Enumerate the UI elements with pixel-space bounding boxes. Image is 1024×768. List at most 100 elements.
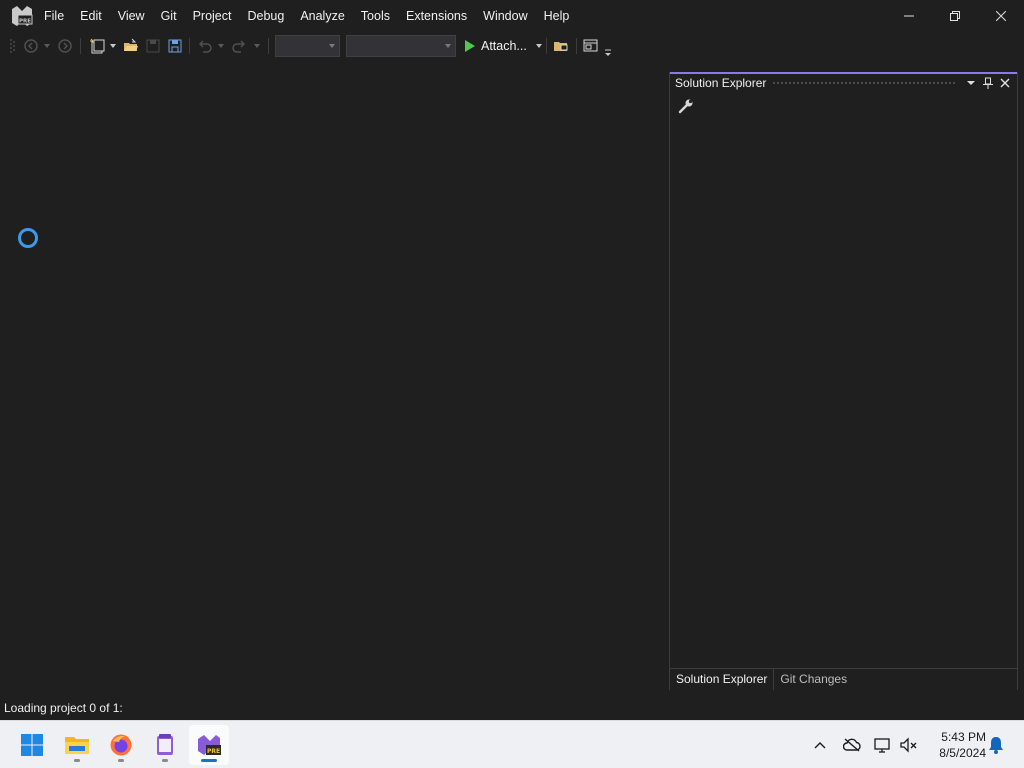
menu-bar: File Edit View Git Project Debug Analyze… <box>36 0 577 32</box>
undo-button[interactable] <box>196 37 214 55</box>
navigate-back-button[interactable] <box>22 37 40 55</box>
solution-platform-combo[interactable] <box>346 35 456 57</box>
play-icon <box>465 40 475 52</box>
minimize-button[interactable] <box>886 0 932 32</box>
notifications-button[interactable] <box>986 735 1006 755</box>
menu-project[interactable]: Project <box>185 0 240 32</box>
running-indicator <box>162 759 168 762</box>
menu-tools[interactable]: Tools <box>353 0 398 32</box>
save-icon <box>146 39 160 53</box>
panel-options-button[interactable] <box>963 75 979 91</box>
restore-button[interactable] <box>932 0 978 32</box>
windows-start-icon <box>21 734 43 756</box>
window-controls <box>886 0 1024 32</box>
active-indicator <box>201 759 217 762</box>
pin-button[interactable] <box>980 75 996 91</box>
attach-label: Attach... <box>481 39 527 53</box>
close-button[interactable] <box>978 0 1024 32</box>
taskbar-visual-studio[interactable]: PRE <box>189 725 229 765</box>
new-project-icon <box>90 38 105 54</box>
menu-analyze[interactable]: Analyze <box>292 0 352 32</box>
redo-icon <box>232 40 246 53</box>
taskbar-clock[interactable]: 5:43 PM 8/5/2024 <box>926 729 986 761</box>
menu-git[interactable]: Git <box>153 0 185 32</box>
menu-file[interactable]: File <box>36 0 72 32</box>
menu-view[interactable]: View <box>110 0 153 32</box>
running-indicator <box>74 759 80 762</box>
toolbar-overflow-dropdown[interactable] <box>603 44 613 62</box>
properties-button[interactable] <box>678 98 694 114</box>
logo-badge-text: PRE <box>19 19 31 25</box>
menu-edit[interactable]: Edit <box>72 0 110 32</box>
loading-spinner-icon <box>18 228 38 248</box>
toolbar-separator <box>576 38 577 54</box>
status-text: Loading project 0 of 1: <box>4 701 123 715</box>
file-explorer-icon <box>65 737 89 754</box>
taskbar-firefox[interactable] <box>101 725 141 765</box>
navigate-back-dropdown[interactable] <box>42 37 52 55</box>
notepad-icon <box>157 734 173 755</box>
taskbar: PRE 5:43 PM 8/5/2024 <box>0 720 1024 768</box>
toolbar-separator <box>80 38 81 54</box>
overflow-arrow-icon <box>605 49 611 56</box>
solution-explorer-panel: Solution Explorer Solution Explorer Git … <box>669 72 1018 690</box>
start-button[interactable] <box>12 725 52 765</box>
minimize-icon <box>904 15 914 17</box>
standard-toolbar: Attach... <box>0 32 1024 60</box>
save-all-button[interactable] <box>166 37 184 55</box>
taskbar-file-explorer[interactable] <box>57 725 97 765</box>
navigate-back-icon <box>24 39 38 53</box>
menu-help[interactable]: Help <box>536 0 578 32</box>
undo-dropdown[interactable] <box>216 37 226 55</box>
solution-configuration-combo[interactable] <box>275 35 340 57</box>
toolbar-grip[interactable] <box>8 37 16 55</box>
solution-explorer-header: Solution Explorer <box>670 72 1017 92</box>
menu-window[interactable]: Window <box>475 0 535 32</box>
network-tray[interactable] <box>873 735 893 755</box>
menu-debug[interactable]: Debug <box>239 0 292 32</box>
open-in-explorer-button[interactable] <box>552 37 570 55</box>
visual-studio-preview-icon: PRE <box>198 735 221 755</box>
firefox-icon <box>110 734 132 756</box>
restore-icon <box>950 11 960 21</box>
undo-icon <box>198 40 212 53</box>
title-bar: PRE File Edit View Git Project Debug Ana… <box>0 0 1024 32</box>
tab-git-changes[interactable]: Git Changes <box>774 669 853 690</box>
panel-close-button[interactable] <box>997 75 1013 91</box>
toolbar-separator <box>546 38 547 54</box>
menu-extensions[interactable]: Extensions <box>398 0 475 32</box>
open-folder-button[interactable] <box>122 37 140 55</box>
toolbar-separator <box>189 38 190 54</box>
attach-dropdown-arrow[interactable] <box>535 44 542 48</box>
pin-icon <box>983 77 993 89</box>
volume-tray[interactable] <box>899 735 919 755</box>
taskbar-logo-badge: PRE <box>207 748 220 755</box>
attach-button[interactable]: Attach... <box>462 36 542 56</box>
redo-dropdown[interactable] <box>252 37 262 55</box>
wrench-icon <box>678 99 693 114</box>
onedrive-tray[interactable] <box>842 735 862 755</box>
folder-open-icon <box>554 42 568 51</box>
redo-button[interactable] <box>230 37 248 55</box>
visual-studio-preview-icon[interactable]: PRE <box>10 5 34 27</box>
running-indicator <box>118 759 124 762</box>
toolbar-separator <box>268 38 269 54</box>
dropdown-arrow-icon <box>967 81 975 85</box>
save-all-icon <box>168 39 182 53</box>
tab-solution-explorer[interactable]: Solution Explorer <box>670 669 775 690</box>
solution-explorer-tabs: Solution Explorer Git Changes <box>670 668 1017 690</box>
close-icon <box>1000 78 1010 88</box>
notification-bell-icon <box>989 737 1003 754</box>
window-layout-button[interactable] <box>582 37 600 55</box>
taskbar-notepad[interactable] <box>145 725 185 765</box>
panel-grip[interactable] <box>772 80 957 86</box>
network-icon <box>874 738 890 753</box>
navigate-forward-button[interactable] <box>56 37 74 55</box>
new-project-button[interactable] <box>88 37 106 55</box>
new-project-dropdown[interactable] <box>108 37 118 55</box>
show-hidden-icons-button[interactable] <box>810 735 830 755</box>
solution-tree[interactable] <box>670 120 1017 666</box>
save-button[interactable] <box>144 37 162 55</box>
solution-explorer-title: Solution Explorer <box>675 76 767 90</box>
status-bar: Loading project 0 of 1: <box>0 696 1024 720</box>
